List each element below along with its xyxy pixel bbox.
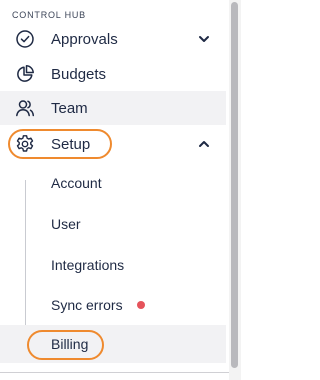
chevron-up-icon[interactable] [197, 137, 211, 151]
error-dot-indicator [137, 301, 145, 309]
nav-item-team-label: Team [51, 99, 88, 117]
submenu-item-billing[interactable]: Billing [0, 325, 226, 363]
submenu-item-user[interactable]: User [0, 205, 226, 243]
nav-item-approvals[interactable]: Approvals [0, 22, 226, 56]
submenu-item-label: Account [51, 175, 102, 191]
submenu-item-integrations[interactable]: Integrations [0, 246, 226, 284]
gear-icon [15, 134, 35, 154]
nav-item-team[interactable]: Team [0, 91, 226, 125]
submenu-item-label: Integrations [51, 257, 125, 273]
section-title: CONTROL HUB [12, 10, 86, 20]
submenu-item-sync-errors[interactable]: Sync errors [0, 286, 226, 324]
nav-item-budgets[interactable]: Budgets [0, 57, 226, 91]
check-circle-icon [15, 29, 35, 49]
submenu-item-label: Billing [51, 336, 89, 352]
submenu-item-label: Sync errors [51, 297, 123, 313]
chevron-down-icon[interactable] [197, 32, 211, 46]
submenu-item-label: User [51, 216, 81, 232]
pie-chart-icon [15, 64, 35, 84]
users-icon [15, 98, 35, 118]
nav-item-budgets-label: Budgets [51, 65, 107, 83]
sidebar-bottom-rule [0, 372, 229, 373]
nav-item-approvals-label: Approvals [51, 30, 118, 48]
control-hub-sidebar: CONTROL HUB Approvals Budgets Team Setup… [0, 0, 228, 372]
nav-item-setup[interactable]: Setup [0, 127, 226, 161]
scrollbar-thumb[interactable] [231, 2, 238, 368]
submenu-item-account[interactable]: Account [0, 164, 226, 202]
nav-item-setup-label: Setup [51, 135, 91, 153]
